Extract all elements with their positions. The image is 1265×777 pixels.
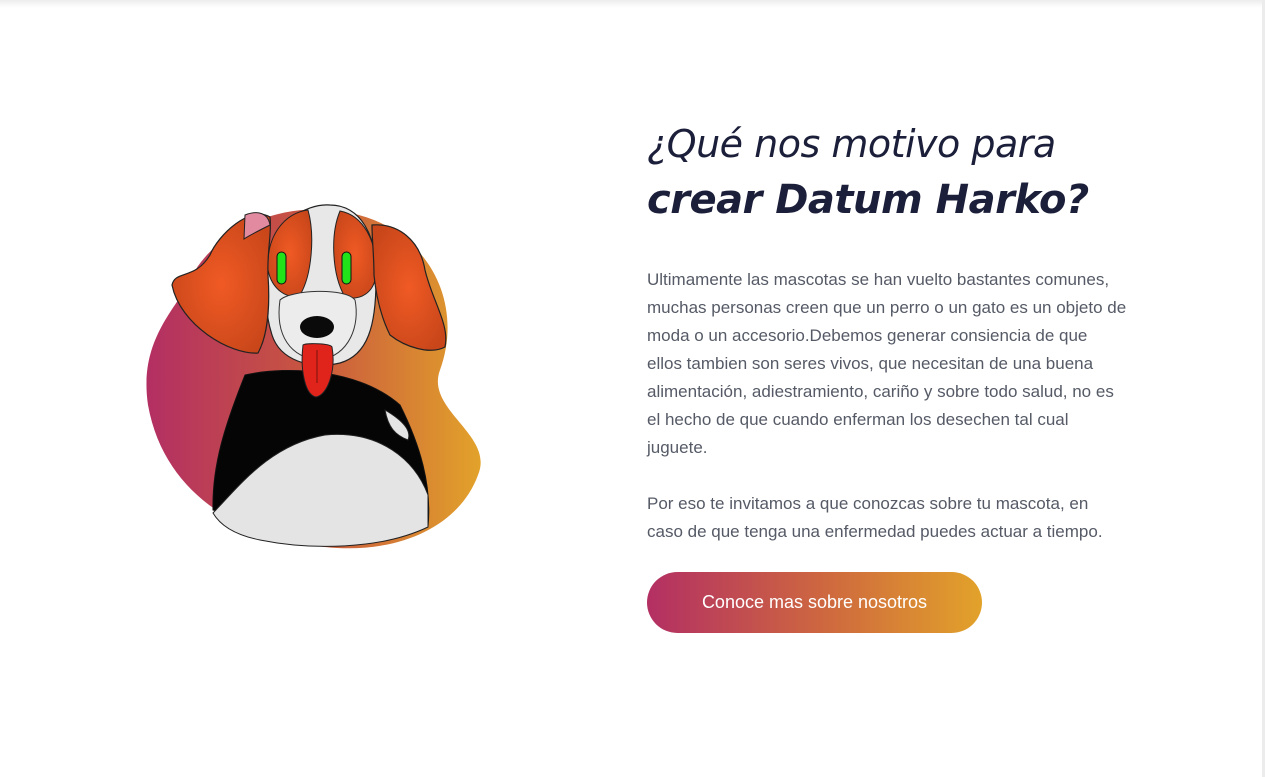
about-section: ¿Qué nos motivo para crear Datum Harko? … <box>647 118 1167 546</box>
learn-more-button[interactable]: Conoce mas sobre nosotros <box>647 572 982 633</box>
header-shadow <box>0 0 1265 8</box>
intro-paragraph: Ultimamente las mascotas se han vuelto b… <box>647 270 1127 457</box>
dog-right-eye <box>341 251 352 285</box>
section-title-line2: crear Datum Harko? <box>647 177 1089 223</box>
dog-nose <box>300 316 334 338</box>
dog-illustration-icon <box>146 204 481 549</box>
section-title: ¿Qué nos motivo para crear Datum Harko? <box>647 118 1167 230</box>
dog-left-eye <box>276 251 287 285</box>
section-title-line1: ¿Qué nos motivo para <box>647 122 1056 166</box>
invitation-paragraph: Por eso te invitamos a que conozcas sobr… <box>647 494 1103 541</box>
dog-illustration <box>140 195 490 555</box>
